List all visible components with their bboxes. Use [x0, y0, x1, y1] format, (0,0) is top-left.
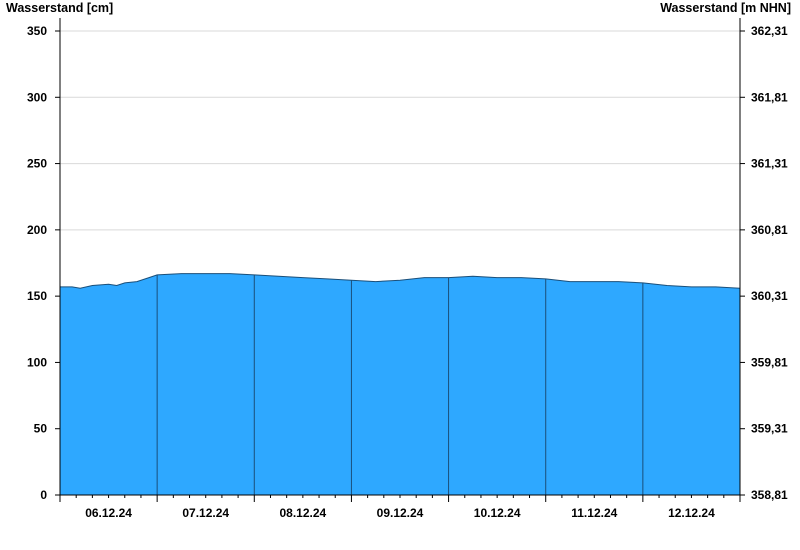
x-tick-label: 12.12.24 — [668, 506, 715, 520]
x-tick-label: 11.12.24 — [571, 506, 617, 520]
y-tick-label-left: 150 — [27, 289, 47, 303]
x-tick-label: 08.12.24 — [279, 506, 326, 520]
y-tick-label-right: 359,31 — [751, 422, 788, 436]
y-axis-right-title: Wasserstand [m NHN] — [660, 1, 791, 15]
y-tick-label-right: 360,81 — [751, 223, 788, 237]
y-tick-label-left: 350 — [27, 24, 47, 38]
water-level-area — [60, 273, 740, 495]
y-tick-label-right: 360,31 — [751, 289, 788, 303]
x-tick-label: 10.12.24 — [474, 506, 521, 520]
y-tick-label-right: 359,81 — [751, 355, 788, 369]
y-tick-label-right: 361,31 — [751, 157, 788, 171]
y-axis-left-title: Wasserstand [cm] — [6, 1, 114, 15]
water-level-chart: 0 50 100 150 200 250 300 350 358,81 359,31 359,81… — [27, 18, 788, 520]
y-tick-label-left: 200 — [27, 223, 47, 237]
y-tick-label-left: 0 — [40, 488, 47, 502]
x-tick-label: 06.12.24 — [85, 506, 132, 520]
x-tick-label: 07.12.24 — [182, 506, 229, 520]
x-tick-label: 09.12.24 — [377, 506, 424, 520]
y-tick-label-right: 362,31 — [751, 24, 788, 38]
x-axis-ticks: 06.12.24 07.12.24 08.12.24 09.12.24 10.12.24… — [59, 495, 741, 520]
y-tick-label-left: 50 — [34, 422, 48, 436]
y-axis-right-ticks: 358,81 359,31 359,81 360,31 360,81 361,31 361,… — [740, 24, 788, 502]
y-tick-label-right: 361,81 — [751, 90, 788, 104]
y-tick-label-right: 358,81 — [751, 488, 788, 502]
y-axis-left-ticks: 0 50 100 150 200 250 300 350 — [27, 24, 60, 502]
y-tick-label-left: 100 — [27, 355, 47, 369]
y-tick-label-left: 250 — [27, 157, 47, 171]
y-tick-label-left: 300 — [27, 90, 47, 104]
